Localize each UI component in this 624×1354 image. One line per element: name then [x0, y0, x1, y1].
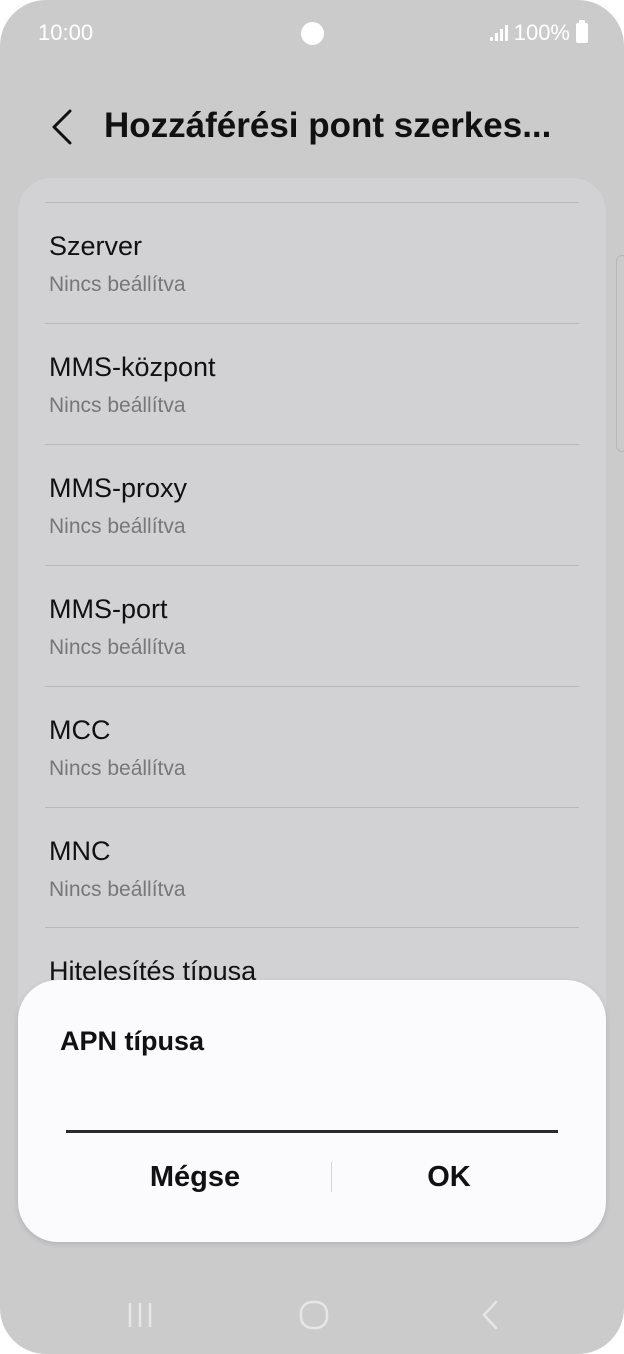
setting-title: MMS-port — [49, 594, 168, 624]
setting-title: MMS-központ — [49, 352, 216, 382]
back-button[interactable] — [40, 102, 84, 152]
scrollbar-thumb[interactable] — [616, 255, 624, 452]
setting-value: Nincs beállítva — [49, 636, 186, 659]
setting-title: MMS-proxy — [49, 473, 188, 503]
setting-item-mnc[interactable]: MNC Nincs beállítva — [45, 807, 579, 928]
nav-back-button[interactable] — [450, 1280, 530, 1350]
status-bar: 10:00 100% — [0, 0, 624, 66]
back-chevron-icon — [52, 109, 72, 145]
front-camera-cutout — [301, 22, 324, 45]
setting-item-szerver[interactable]: Szerver Nincs beállítva — [45, 202, 579, 323]
navigation-bar — [0, 1280, 624, 1350]
battery-percent: 100% — [513, 20, 570, 45]
setting-value: Nincs beállítva — [49, 273, 186, 296]
home-icon — [299, 1300, 329, 1330]
phone-screen: 10:00 100% Hozzáférési pont szerkes... S… — [0, 0, 624, 1354]
battery-icon — [576, 20, 588, 43]
setting-value: Nincs beállítva — [49, 394, 186, 417]
recents-button[interactable] — [100, 1280, 180, 1350]
apn-type-dialog: APN típusa Mégse OK — [18, 980, 606, 1242]
setting-item-mms-proxy[interactable]: MMS-proxy Nincs beállítva — [45, 444, 579, 565]
setting-item-mms-kozpont[interactable]: MMS-központ Nincs beállítva — [45, 323, 579, 444]
setting-value: Nincs beállítva — [49, 878, 186, 901]
cancel-button[interactable]: Mégse — [78, 1152, 312, 1202]
setting-value: Nincs beállítva — [49, 757, 186, 780]
setting-item-mms-port[interactable]: MMS-port Nincs beállítva — [45, 565, 579, 686]
status-time: 10:00 — [38, 20, 94, 45]
dialog-title: APN típusa — [60, 1026, 205, 1056]
nav-back-icon — [482, 1300, 498, 1330]
recents-icon — [128, 1303, 152, 1327]
page-title: Hozzáférési pont szerkes... — [104, 106, 552, 145]
signal-icon — [489, 25, 508, 41]
setting-title: MNC — [49, 836, 111, 866]
apn-type-input[interactable] — [66, 1080, 558, 1133]
setting-title: MCC — [49, 715, 111, 745]
setting-item-mcc[interactable]: MCC Nincs beállítva — [45, 686, 579, 807]
status-indicators: 100% — [489, 20, 588, 46]
setting-title: Szerver — [49, 231, 143, 261]
setting-value: Nincs beállítva — [49, 515, 186, 538]
home-button[interactable] — [274, 1280, 354, 1350]
ok-button[interactable]: OK — [330, 1152, 568, 1202]
app-bar: Hozzáférési pont szerkes... — [0, 96, 624, 156]
